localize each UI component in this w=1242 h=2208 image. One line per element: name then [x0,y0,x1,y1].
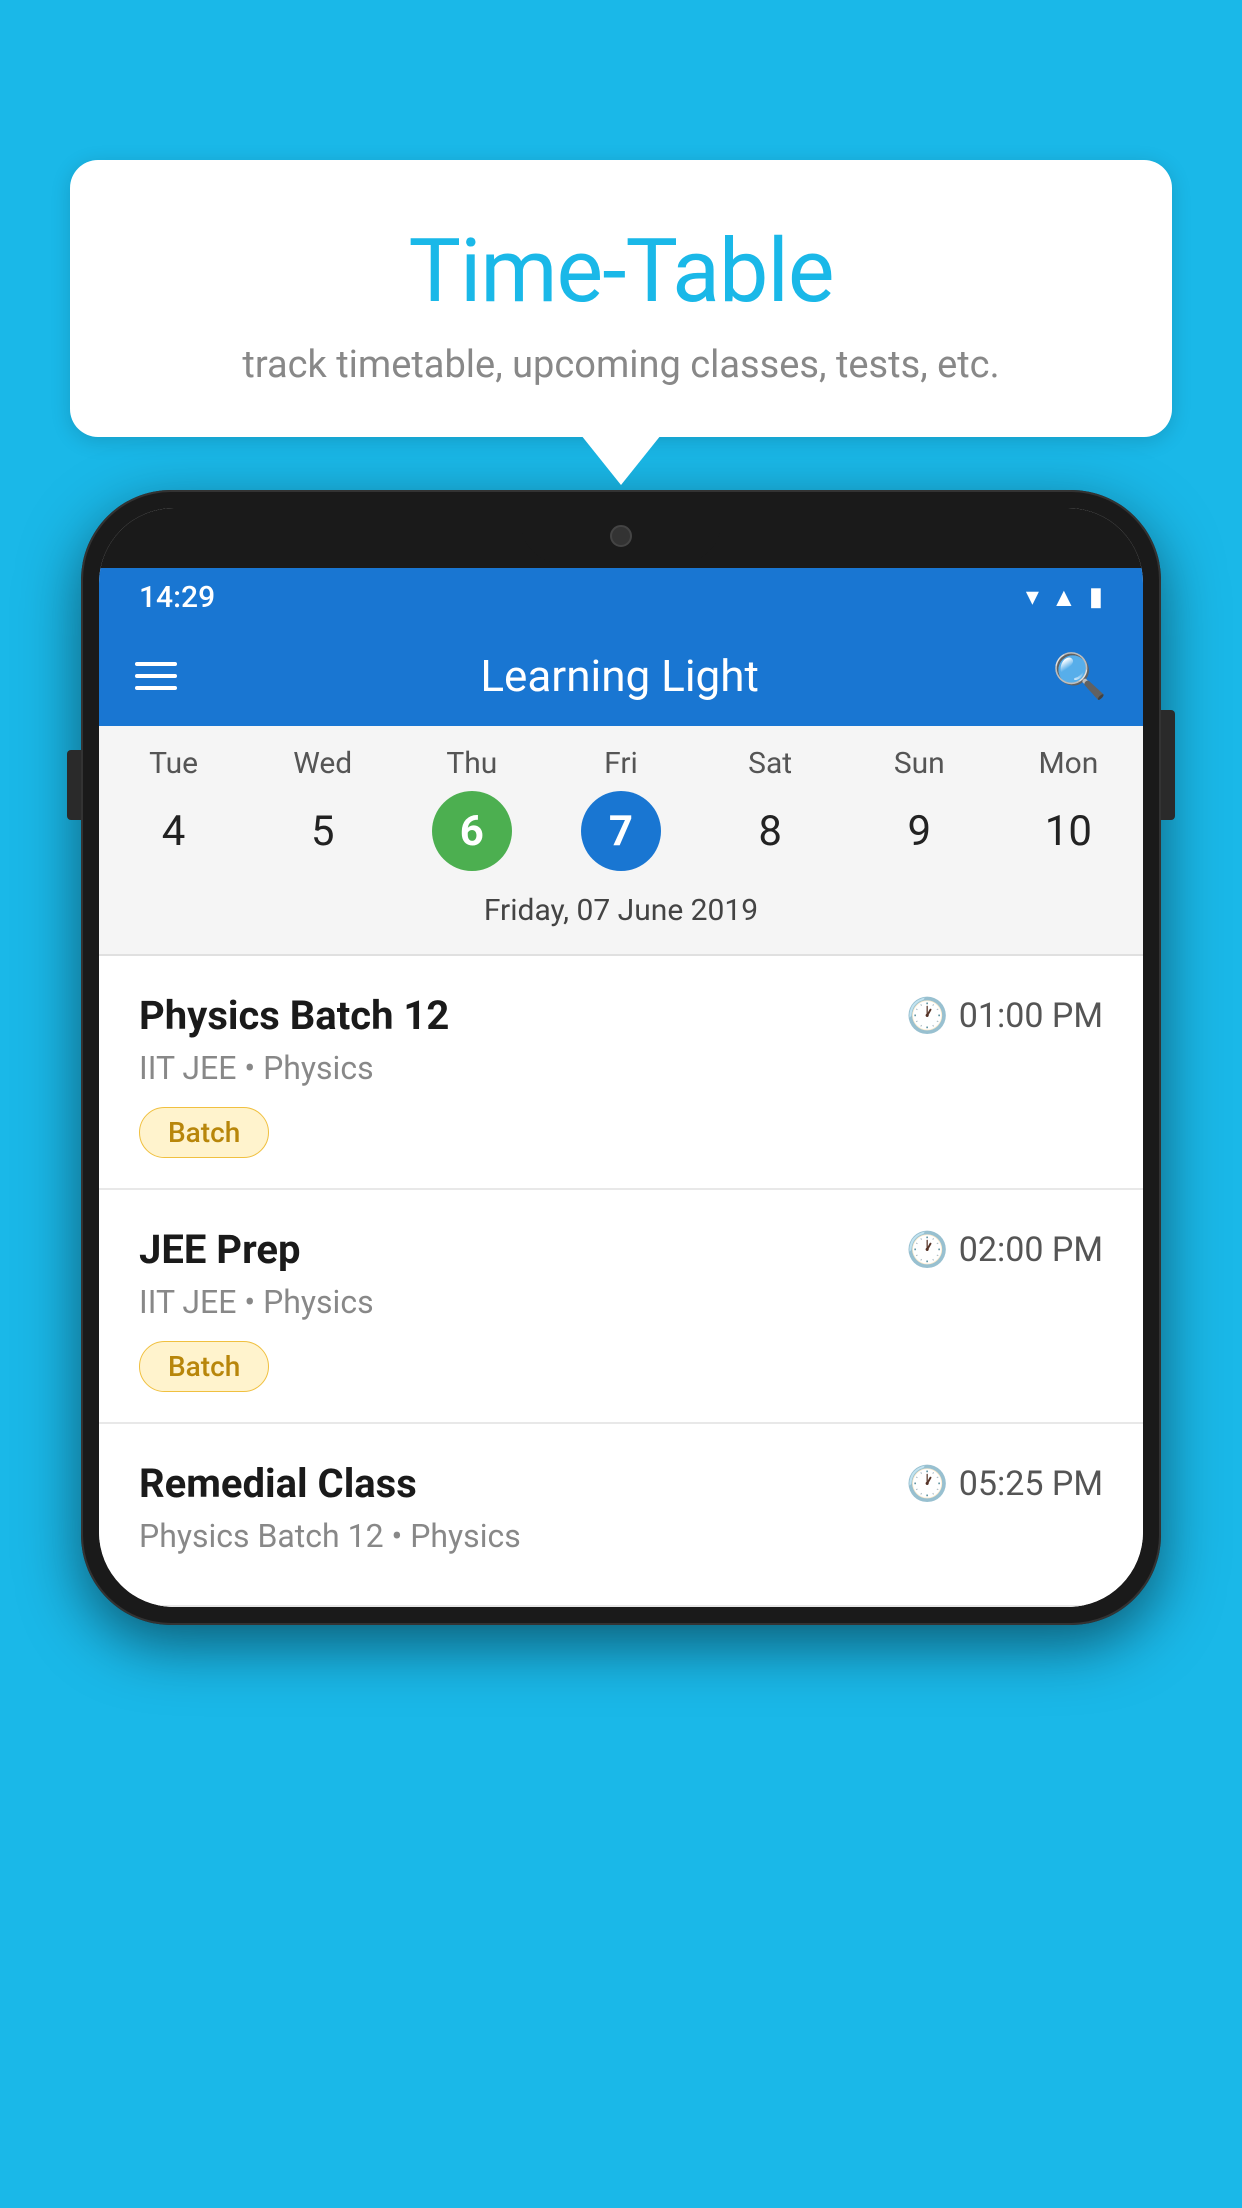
status-bar: 14:29 ▾ ▲ ▮ [99,568,1143,626]
notch [521,508,721,563]
schedule-time-2: 🕐 02:00 PM [906,1230,1103,1270]
clock-icon-1: 🕐 [906,996,948,1036]
schedule-time-value-3: 05:25 PM [959,1464,1103,1504]
schedule-title-3: Remedial Class [139,1460,417,1507]
day-headers: Tue Wed Thu Fri Sat Sun Mon [99,746,1143,781]
day-8[interactable]: 8 [696,791,845,871]
day-5[interactable]: 5 [248,791,397,871]
schedule-subtitle-3: Physics Batch 12 • Physics [139,1517,1103,1555]
schedule-time-value-1: 01:00 PM [959,996,1103,1036]
schedule-subtitle-2: IIT JEE • Physics [139,1283,1103,1321]
schedule-item-3-header: Remedial Class 🕐 05:25 PM [139,1460,1103,1507]
day-numbers: 4 5 6 7 8 9 10 [99,791,1143,871]
schedule-title-2: JEE Prep [139,1226,300,1273]
phone-mockup: 14:29 ▾ ▲ ▮ Learning Light 🔍 [81,490,1161,1625]
notch-bar [99,508,1143,568]
schedule-list: Physics Batch 12 🕐 01:00 PM IIT JEE • Ph… [99,956,1143,1607]
schedule-item-2[interactable]: JEE Prep 🕐 02:00 PM IIT JEE • Physics Ba… [99,1190,1143,1424]
status-icons: ▾ ▲ ▮ [1026,582,1103,613]
calendar-strip: Tue Wed Thu Fri Sat Sun Mon 4 5 6 7 8 9 … [99,726,1143,954]
app-bar: Learning Light 🔍 [99,626,1143,726]
phone-outer: 14:29 ▾ ▲ ▮ Learning Light 🔍 [81,490,1161,1625]
battery-icon: ▮ [1089,582,1103,612]
day-9[interactable]: 9 [845,791,994,871]
schedule-item-3[interactable]: Remedial Class 🕐 05:25 PM Physics Batch … [99,1424,1143,1607]
day-6-today[interactable]: 6 [432,791,512,871]
selected-date-label: Friday, 07 June 2019 [99,883,1143,944]
schedule-time-1: 🕐 01:00 PM [906,996,1103,1036]
day-header-sat[interactable]: Sat [696,746,845,781]
signal-icon: ▲ [1051,582,1077,613]
day-header-sun[interactable]: Sun [845,746,994,781]
search-icon[interactable]: 🔍 [1052,650,1107,702]
day-7-selected[interactable]: 7 [581,791,661,871]
day-header-mon[interactable]: Mon [994,746,1143,781]
day-header-fri[interactable]: Fri [546,746,695,781]
schedule-item-1[interactable]: Physics Batch 12 🕐 01:00 PM IIT JEE • Ph… [99,956,1143,1190]
day-10[interactable]: 10 [994,791,1143,871]
schedule-subtitle-1: IIT JEE • Physics [139,1049,1103,1087]
speech-bubble-container: Time-Table track timetable, upcoming cla… [70,160,1172,437]
wifi-icon: ▾ [1026,582,1039,612]
day-4[interactable]: 4 [99,791,248,871]
batch-badge-2: Batch [139,1341,269,1392]
clock-icon-2: 🕐 [906,1230,948,1270]
schedule-item-1-header: Physics Batch 12 🕐 01:00 PM [139,992,1103,1039]
camera [610,525,632,547]
schedule-time-3: 🕐 05:25 PM [906,1464,1103,1504]
day-header-thu[interactable]: Thu [397,746,546,781]
menu-button[interactable] [135,662,177,690]
batch-badge-1: Batch [139,1107,269,1158]
bubble-title: Time-Table [130,220,1112,323]
clock-icon-3: 🕐 [906,1464,948,1504]
schedule-item-2-header: JEE Prep 🕐 02:00 PM [139,1226,1103,1273]
app-title: Learning Light [217,650,1022,702]
speech-bubble: Time-Table track timetable, upcoming cla… [70,160,1172,437]
schedule-time-value-2: 02:00 PM [959,1230,1103,1270]
day-header-tue[interactable]: Tue [99,746,248,781]
day-header-wed[interactable]: Wed [248,746,397,781]
schedule-title-1: Physics Batch 12 [139,992,449,1039]
status-time: 14:29 [139,580,215,615]
phone-inner: 14:29 ▾ ▲ ▮ Learning Light 🔍 [99,508,1143,1607]
bubble-subtitle: track timetable, upcoming classes, tests… [130,343,1112,387]
